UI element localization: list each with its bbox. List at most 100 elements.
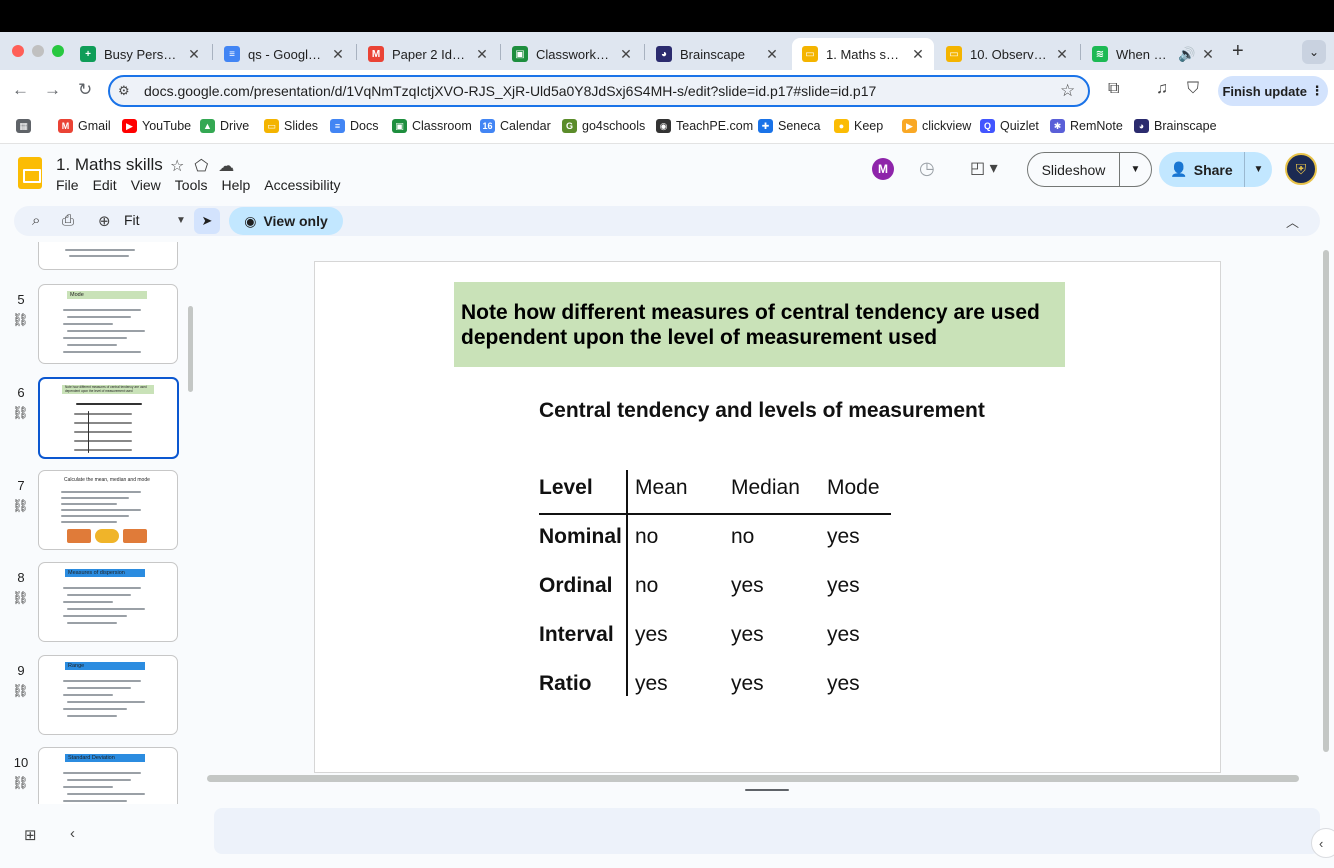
close-tab-icon[interactable]: ✕	[764, 46, 780, 63]
slideshow-dropdown-icon[interactable]: ▼	[1120, 164, 1151, 175]
zoom-dropdown-icon[interactable]: ▼	[176, 215, 186, 226]
bookmark-remnote[interactable]: ✱ RemNote	[1050, 119, 1123, 133]
slide-thumbnail-partial[interactable]	[38, 242, 178, 270]
share-label[interactable]: 👤 Share	[1159, 152, 1245, 187]
select-tool-icon[interactable]: ➤	[194, 208, 220, 234]
canvas-horizontal-scrollbar[interactable]	[207, 775, 1299, 782]
close-window-icon[interactable]	[12, 45, 24, 57]
menu-help[interactable]: Help	[221, 177, 250, 193]
linked-slide-icon[interactable]: ⛓	[12, 405, 29, 421]
linked-slide-icon[interactable]: ⛓	[12, 312, 29, 328]
browser-tab-4[interactable]: ▣ Classwork for P ✕	[502, 38, 642, 70]
linked-slide-icon[interactable]: ⛓	[12, 498, 29, 514]
media-controls-icon[interactable]: ♫	[1156, 80, 1168, 98]
canvas-vertical-scrollbar[interactable]	[1323, 250, 1329, 752]
zoom-icon[interactable]: ⊕	[98, 212, 111, 230]
bookmark-youtube[interactable]: ▶ YouTube	[122, 119, 191, 133]
slide-thumbnail-5[interactable]: Mode	[38, 284, 178, 364]
collapse-menus-icon[interactable]: ︿	[1286, 212, 1299, 231]
slide-thumbnail-7[interactable]: Calculate the mean, median and mode	[38, 470, 178, 550]
bookmark-drive[interactable]: ▲ Drive	[200, 119, 249, 133]
browser-tab-6[interactable]: ▭ 1. Maths skills - ✕	[792, 38, 934, 70]
search-menus-icon[interactable]: ⌕	[32, 212, 40, 229]
meet-camera-icon[interactable]: ◰ ▾	[970, 158, 998, 178]
filmstrip-scrollbar[interactable]	[188, 306, 193, 392]
grid-view-icon[interactable]: ⊞	[24, 826, 37, 844]
move-icon[interactable]: ⬠	[194, 158, 218, 175]
address-bar[interactable]: ⚙ docs.google.com/presentation/d/1VqNmTz…	[108, 75, 1090, 107]
browser-tab-1[interactable]: + Busy Person re ✕	[70, 38, 210, 70]
cloud-status-icon[interactable]: ☁	[218, 158, 244, 175]
speaker-notes-resize-handle[interactable]	[745, 789, 789, 791]
slide-filmstrip[interactable]: 5 ⛓ Mode 6 ⛓ Note how different measures of c…	[0, 242, 196, 804]
menu-edit[interactable]: Edit	[93, 177, 117, 193]
zoom-select[interactable]: Fit	[124, 212, 140, 228]
bookmark-star-icon[interactable]: ☆	[1060, 81, 1088, 101]
bookmark-clickview[interactable]: ▶ clickview	[902, 119, 971, 133]
document-title[interactable]: 1. Maths skills	[56, 155, 163, 175]
menu-view[interactable]: View	[131, 177, 161, 193]
browser-tab-7[interactable]: ▭ 10. Observation ✕	[936, 38, 1078, 70]
close-tab-icon[interactable]: ✕	[330, 46, 346, 63]
close-tab-icon[interactable]: ✕	[618, 46, 634, 63]
minimize-window-icon[interactable]	[32, 45, 44, 57]
browser-tab-8[interactable]: ≋ When We W 🔊 ✕	[1082, 38, 1224, 70]
finish-update-button[interactable]: Finish update ⋮	[1218, 76, 1328, 106]
close-tab-icon[interactable]: ✕	[1054, 46, 1070, 63]
bookmark-seneca[interactable]: ✚ Seneca	[758, 119, 820, 133]
browser-tab-2[interactable]: ≡ qs - Google Doc ✕	[214, 38, 354, 70]
browser-tab-3[interactable]: M Paper 2 Ideas - ✕	[358, 38, 498, 70]
hide-filmstrip-icon[interactable]: ‹	[70, 825, 75, 842]
bookmark-quizlet[interactable]: Q Quizlet	[980, 119, 1039, 133]
linked-slide-icon[interactable]: ⛓	[12, 590, 29, 606]
slide-thumbnail-10[interactable]: Standard Deviation	[38, 747, 178, 804]
slides-logo-icon[interactable]	[18, 157, 42, 189]
close-tab-icon[interactable]: ✕	[910, 46, 926, 63]
bookmark-slides[interactable]: ▭ Slides	[264, 119, 318, 133]
menu-file[interactable]: File	[56, 177, 79, 193]
bookmark-docs[interactable]: ≡ Docs	[330, 119, 378, 133]
close-tab-icon[interactable]: ✕	[474, 46, 490, 63]
account-avatar[interactable]: ⛨	[1285, 153, 1317, 185]
share-button[interactable]: 👤 Share ▼	[1159, 152, 1272, 187]
tab-search-icon[interactable]: ⌄	[1302, 40, 1326, 64]
bookmark-gmail[interactable]: M Gmail	[58, 119, 111, 133]
slideshow-label[interactable]: Slideshow	[1028, 153, 1120, 186]
close-tab-icon[interactable]: ✕	[186, 46, 202, 63]
slide-thumbnail-8[interactable]: Measures of dispersion	[38, 562, 178, 642]
speaker-notes[interactable]	[214, 808, 1320, 854]
bookmark-keep[interactable]: ● Keep	[834, 119, 883, 133]
star-icon[interactable]: ☆	[170, 158, 194, 175]
print-icon[interactable]: ⎙	[62, 212, 74, 229]
view-only-button[interactable]: ◉ View only	[229, 207, 343, 235]
reload-icon[interactable]: ↻	[78, 80, 92, 100]
linked-slide-icon[interactable]: ⛓	[12, 683, 29, 699]
close-tab-icon[interactable]: ✕	[1200, 46, 1216, 63]
profile-icon[interactable]: ⛉	[1187, 80, 1199, 98]
side-panel-toggle-icon[interactable]: ‹	[1311, 828, 1334, 858]
site-info-icon[interactable]: ⚙	[118, 83, 144, 99]
bookmark-brainscape[interactable]: ◕ Brainscape	[1134, 119, 1217, 133]
menu-tools[interactable]: Tools	[175, 177, 208, 193]
bookmark-teachpe-com[interactable]: ◉ TeachPE.com	[656, 119, 753, 133]
bookmark-classroom[interactable]: ▣ Classroom	[392, 119, 472, 133]
linked-slide-icon[interactable]: ⛓	[12, 775, 29, 791]
speaker-icon[interactable]: 🔊	[1178, 46, 1195, 63]
maximize-window-icon[interactable]	[52, 45, 64, 57]
share-dropdown-icon[interactable]: ▼	[1245, 164, 1272, 175]
bookmark-apps[interactable]: ▦	[16, 119, 36, 133]
version-history-icon[interactable]: ◷	[919, 158, 935, 179]
extensions-icon[interactable]: ⧉	[1108, 80, 1119, 98]
bookmark-calendar[interactable]: 16 Calendar	[480, 119, 551, 133]
slide-thumbnail-9[interactable]: Range	[38, 655, 178, 735]
url-text[interactable]: docs.google.com/presentation/d/1VqNmTzqI…	[144, 83, 1060, 99]
slide-thumbnail-6[interactable]: Note how different measures of central t…	[38, 377, 179, 459]
menu-accessibility[interactable]: Accessibility	[264, 177, 340, 193]
browser-tab-5[interactable]: ◕ Brainscape ✕	[646, 38, 788, 70]
new-tab-icon[interactable]: +	[1232, 40, 1244, 63]
back-icon[interactable]: ←	[12, 80, 29, 100]
slideshow-button[interactable]: Slideshow ▼	[1027, 152, 1152, 187]
addon-icon[interactable]: M	[872, 158, 894, 180]
forward-icon[interactable]: →	[44, 80, 61, 100]
bookmark-go4schools[interactable]: Ggo4schools	[562, 119, 645, 133]
